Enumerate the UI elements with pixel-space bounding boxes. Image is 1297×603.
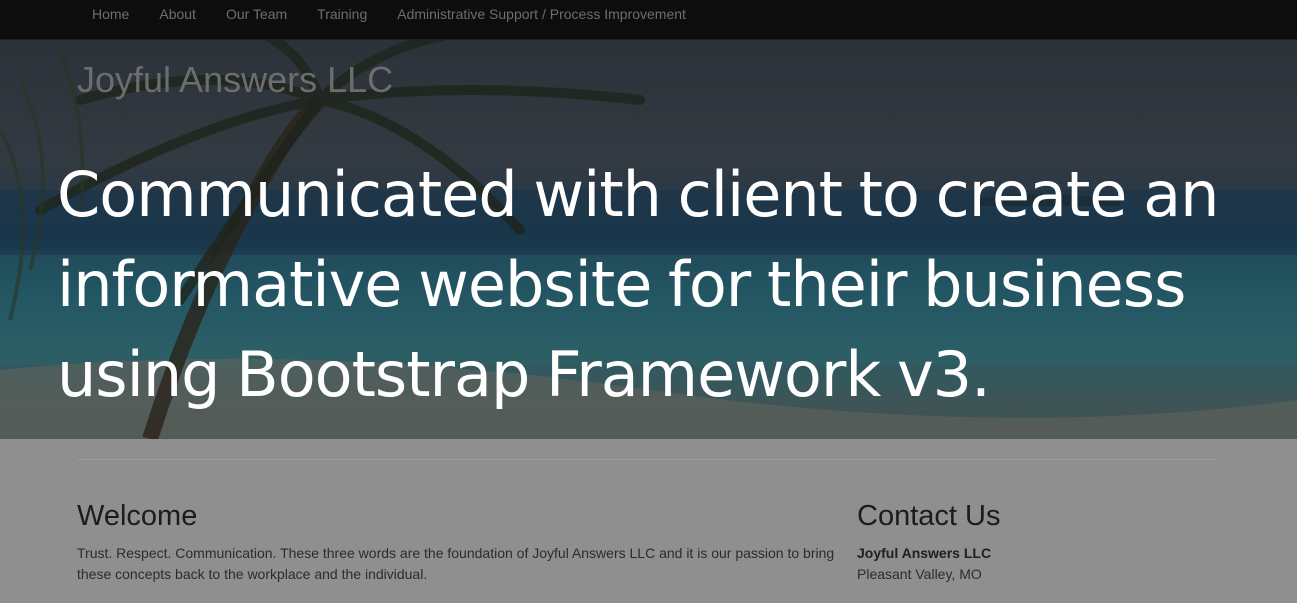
nav-item-about[interactable]: About	[144, 0, 211, 28]
contact-heading: Contact Us	[857, 500, 1001, 532]
nav-item-our-team[interactable]: Our Team	[211, 0, 302, 28]
hero-banner: Joyful Answers LLC Communicated with cli…	[0, 40, 1297, 439]
top-navbar: Home About Our Team Training Administrat…	[0, 0, 1297, 40]
contact-company-name: Joyful Answers LLC	[857, 545, 992, 561]
nav-item-admin-support[interactable]: Administrative Support / Process Improve…	[382, 0, 701, 28]
brand-logo-text[interactable]: Joyful Answers LLC	[77, 59, 393, 101]
nav-menu: Home About Our Team Training Administrat…	[77, 0, 701, 28]
contact-location: Pleasant Valley, MO	[857, 566, 982, 582]
hero-headline: Communicated with client to create an in…	[57, 158, 1219, 411]
welcome-paragraph: Trust. Respect. Communication. These thr…	[77, 545, 835, 582]
nav-item-training[interactable]: Training	[302, 0, 382, 28]
welcome-heading: Welcome	[77, 500, 198, 532]
nav-item-home[interactable]: Home	[77, 0, 144, 28]
section-divider	[77, 459, 1218, 460]
